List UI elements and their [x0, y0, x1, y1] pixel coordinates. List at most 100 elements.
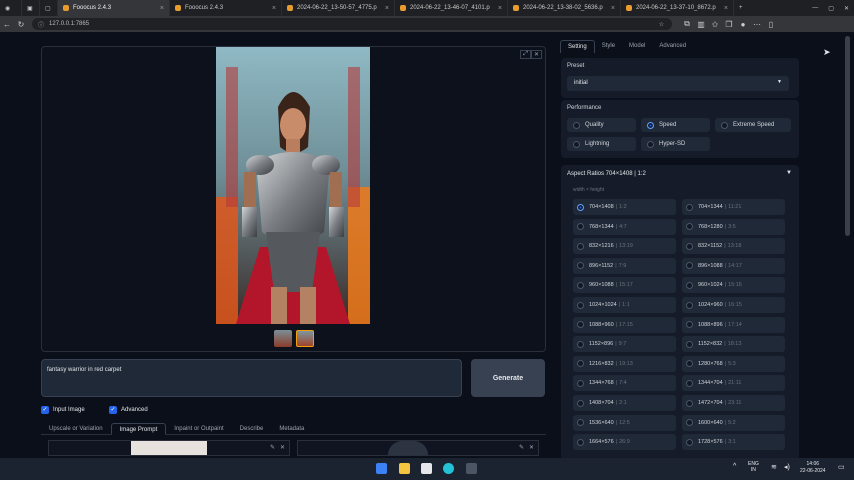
copilot-icon[interactable]: ● — [736, 20, 750, 29]
image-thumbnail-1[interactable] — [296, 330, 314, 347]
close-icon[interactable]: × — [498, 5, 502, 12]
windows-start-icon[interactable] — [376, 463, 387, 474]
close-icon[interactable]: × — [272, 5, 276, 12]
aspect-option-1024x1024[interactable]: 1024×1024 | 1:1 — [573, 297, 676, 313]
favorite-star-icon[interactable]: ☆ — [659, 21, 664, 28]
close-icon[interactable]: × — [160, 5, 164, 12]
aspect-option-1152x896[interactable]: 1152×896 | 9:7 — [573, 336, 676, 353]
collections-icon[interactable]: ❐ — [722, 20, 736, 29]
profile-icon[interactable]: ◉ — [0, 0, 22, 16]
aspect-option-1216x832[interactable]: 1216×832 | 19:13 — [573, 355, 676, 372]
url-input[interactable]: ⓘ 127.0.0.1:7865 ☆ — [32, 18, 672, 30]
terminal-icon[interactable] — [466, 463, 477, 474]
browser-tab-3[interactable]: 2024-06-22_13-46-07_4101.p × — [395, 0, 508, 16]
tab-model[interactable]: Model — [622, 40, 652, 53]
language-indicator[interactable]: ENG IN — [748, 461, 759, 473]
back-icon[interactable]: ← — [0, 20, 14, 29]
notifications-icon[interactable]: ▭ — [838, 463, 845, 471]
image-prompt-slot-2[interactable]: ✎ ✕ — [297, 440, 539, 456]
aspect-option-832x1152[interactable]: 832×1152 | 13:18 — [682, 238, 785, 255]
tab-image-prompt[interactable]: Image Prompt — [110, 423, 167, 435]
page-scrollbar[interactable] — [845, 36, 850, 236]
aspect-option-832x1216[interactable]: 832×1216 | 13:19 — [573, 238, 676, 255]
collapse-triangle-icon[interactable]: ▼ — [786, 170, 792, 176]
volume-icon[interactable]: ◂) — [784, 463, 790, 471]
aspect-option-1280x768[interactable]: 1280×768 | 5:3 — [682, 355, 785, 372]
aspect-option-704x1408[interactable]: 704×1408 | 1:2 — [573, 199, 676, 215]
performance-option-lightning[interactable]: Lightning — [567, 137, 636, 151]
close-icon[interactable]: × — [724, 5, 728, 12]
tab-actions-icon[interactable]: ▢ — [40, 0, 58, 16]
aspect-ratios-title[interactable]: Aspect Ratios 704×1408 | 1:2 — [567, 171, 646, 177]
wifi-icon[interactable]: ≋ — [771, 463, 777, 471]
new-tab-button[interactable]: + — [734, 0, 750, 16]
workspaces-icon[interactable]: ▣ — [22, 0, 40, 16]
aspect-option-960x1024[interactable]: 960×1024 | 15:16 — [682, 277, 785, 294]
tab-metadata[interactable]: Metadata — [271, 423, 312, 435]
aspect-option-1024x960[interactable]: 1024×960 | 16:15 — [682, 297, 785, 313]
more-options-icon[interactable]: ⋯ — [750, 20, 764, 29]
maximize-icon[interactable]: ▢ — [823, 0, 839, 16]
aspect-option-896x1088[interactable]: 896×1088 | 14:17 — [682, 257, 785, 274]
image-thumbnail-0[interactable] — [274, 330, 292, 347]
advanced-checkbox[interactable]: ✓ Advanced — [109, 406, 148, 414]
split-screen-icon[interactable]: ▥ — [694, 20, 708, 29]
browser-tab-4[interactable]: 2024-06-22_13-38-02_5636.p × — [508, 0, 621, 16]
aspect-option-1664x576[interactable]: 1664×576 | 26:9 — [573, 434, 676, 451]
browser-tab-5[interactable]: 2024-06-22_13-37-10_8672.p × — [621, 0, 734, 16]
aspect-option-1408x704[interactable]: 1408×704 | 2:1 — [573, 395, 676, 411]
aspect-option-960x1088[interactable]: 960×1088 | 15:17 — [573, 277, 676, 294]
browser-tab-0[interactable]: Fooocus 2.4.3 × — [58, 0, 170, 16]
reload-icon[interactable]: ↻ — [14, 20, 28, 29]
window-close-icon[interactable]: ✕ — [839, 0, 854, 16]
minimize-icon[interactable]: — — [807, 0, 823, 16]
browser-tab-2[interactable]: 2024-06-22_13-50-57_4775.p × — [282, 0, 395, 16]
chevron-up-icon[interactable]: ^ — [733, 463, 736, 470]
close-icon[interactable]: ✕ — [529, 444, 534, 451]
tab-advanced[interactable]: Advanced — [652, 40, 693, 53]
aspect-option-1088x896[interactable]: 1088×896 | 17:14 — [682, 316, 785, 333]
clock[interactable]: 14:06 22-06-2024 — [800, 461, 826, 475]
aspect-option-1600x640[interactable]: 1600×640 | 5:2 — [682, 414, 785, 431]
aspect-option-768x1280[interactable]: 768×1280 | 3:5 — [682, 218, 785, 235]
sidebar-toggle-icon[interactable]: ▯ — [764, 20, 778, 29]
input-image-checkbox[interactable]: ✓ Input Image — [41, 406, 85, 414]
preset-dropdown[interactable]: initial ▼ — [567, 76, 789, 91]
close-icon[interactable]: × — [385, 5, 389, 12]
performance-option-speed[interactable]: Speed — [641, 118, 710, 132]
tab-setting[interactable]: Setting — [560, 40, 595, 53]
aspect-option-1344x768[interactable]: 1344×768 | 7:4 — [573, 375, 676, 392]
aspect-option-1472x704[interactable]: 1472×704 | 23:11 — [682, 395, 785, 411]
tab-describe[interactable]: Describe — [232, 423, 272, 435]
file-explorer-icon[interactable] — [399, 463, 410, 474]
browser-tab-1[interactable]: Fooocus 2.4.3 × — [170, 0, 282, 16]
performance-option-extreme-speed[interactable]: Extreme Speed — [715, 118, 791, 132]
aspect-option-1344x704[interactable]: 1344×704 | 21:11 — [682, 375, 785, 392]
edit-icon[interactable]: ✎ — [519, 444, 524, 451]
aspect-option-1088x960[interactable]: 1088×960 | 17:15 — [573, 316, 676, 333]
store-icon[interactable] — [421, 463, 432, 474]
aspect-option-704x1344[interactable]: 704×1344 | 11:21 — [682, 199, 785, 215]
performance-option-hyper-sd[interactable]: Hyper-SD — [641, 137, 710, 151]
aspect-option-1152x832[interactable]: 1152×832 | 18:13 — [682, 336, 785, 353]
tab-style[interactable]: Style — [595, 40, 622, 53]
edge-browser-icon[interactable] — [443, 463, 454, 474]
prompt-input[interactable]: fantasy warrior in red carpet — [41, 359, 462, 397]
favorites-icon[interactable]: ✩ — [708, 20, 722, 29]
tab-inpaint-or-outpaint[interactable]: Inpaint or Outpaint — [166, 423, 231, 435]
aspect-option-896x1152[interactable]: 896×1152 | 7:9 — [573, 257, 676, 274]
aspect-option-1728x576[interactable]: 1728×576 | 3:1 — [682, 434, 785, 451]
close-icon[interactable]: ✕ — [280, 444, 285, 451]
close-icon[interactable]: ✕ — [530, 50, 542, 59]
generated-image[interactable] — [216, 47, 370, 324]
edit-icon[interactable]: ✎ — [270, 444, 275, 451]
tab-upscale-or-variation[interactable]: Upscale or Variation — [41, 423, 111, 435]
close-icon[interactable]: × — [611, 5, 615, 12]
aspect-option-768x1344[interactable]: 768×1344 | 4:7 — [573, 218, 676, 235]
expand-icon[interactable]: ⤢ — [520, 50, 531, 59]
generate-button[interactable]: Generate — [471, 359, 545, 397]
performance-option-quality[interactable]: Quality — [567, 118, 636, 132]
extensions-icon[interactable]: ⧉ — [680, 19, 694, 29]
aspect-option-1536x640[interactable]: 1536×640 | 12:5 — [573, 414, 676, 431]
image-prompt-slot-1[interactable]: ✎ ✕ — [48, 440, 290, 456]
